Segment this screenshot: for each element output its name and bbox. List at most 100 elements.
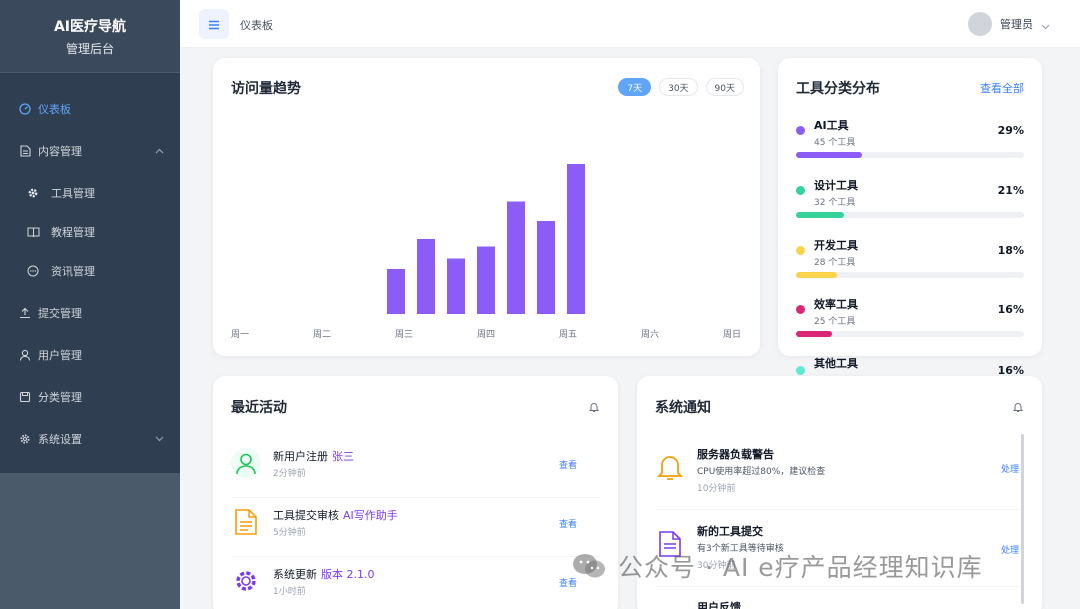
menu-toggle-button[interactable] [199,9,229,39]
category-dot [796,126,805,135]
x-tick-label: 周四 [477,329,495,340]
sidebar-item-label: 提交管理 [38,307,82,320]
chart-bar [537,221,555,314]
handle-link[interactable]: 处理 [1001,462,1019,475]
bell-icon[interactable] [588,398,600,412]
sidebar-item-label: 资讯管理 [51,265,95,278]
brand-subtitle: 管理后台 [65,41,114,56]
card-title: 系统通知 [655,400,711,416]
save-icon [18,390,32,404]
chart-bar [447,258,465,314]
sidebar-item-label: 系统设置 [38,433,82,446]
avatar [968,12,992,36]
activity-highlight[interactable]: 版本 2.1.0 [321,568,375,581]
sidebar-item-tools[interactable]: 工具管理 [0,185,180,201]
watermark: 公众号 · AI e疗产品经理知识库 [572,548,983,584]
category-percent: 16% [997,364,1024,376]
category-progress-track [796,331,1024,337]
scrollbar[interactable] [1021,434,1024,604]
user-name: 管理员 [1000,18,1033,31]
sidebar-item-categories[interactable]: 分类管理 [0,389,180,405]
sidebar-item-content[interactable]: 内容管理 [0,143,180,159]
activity-text: 系统更新 [273,568,317,581]
category-name: 开发工具 [814,239,858,252]
sidebar-item-label: 内容管理 [38,145,82,158]
sidebar-item-tutorials[interactable]: 教程管理 [0,224,180,240]
sidebar-item-dashboard[interactable]: 仪表板 [0,101,180,117]
activity-title: 新用户注册 张三 [273,448,354,464]
x-tick-label: 周二 [313,329,331,340]
wechat-logo-icon [573,554,605,578]
upload-icon [18,306,32,320]
category-name: 效率工具 [814,298,858,311]
category-progress-fill [796,272,837,278]
category-dot [796,366,805,375]
notice-title: 新的工具提交 [697,525,763,538]
sidebar-item-label: 工具管理 [51,187,95,200]
category-count: 25 个工具 [814,317,856,327]
category-percent: 16% [997,303,1024,316]
sidebar-item-label: 用户管理 [38,349,82,362]
sidebar-item-users[interactable]: 用户管理 [0,347,180,363]
sidebar: AI医疗导航 管理后台 仪表板 内容管理 工具管理 教程管理 资讯管理 提交管理… [0,0,180,609]
activity-item: 新用户注册 张三 2分钟前 查看 [231,440,601,498]
activity-item: 系统更新 版本 2.1.0 1小时前 查看 [231,558,601,609]
notice-time: 10分钟前 [697,484,736,494]
notice-item: 服务器负载警告 CPU使用率超过80%，建议检查 10分钟前 处理 [655,446,1019,510]
chart-bar [387,269,405,314]
document-icon [18,144,32,158]
handle-link[interactable]: 处理 [1001,543,1019,556]
sidebar-item-news[interactable]: 资讯管理 [0,263,180,279]
recent-activity-card: 最近活动 新用户注册 张三 2分钟前 查看 工具提交审核 AI写作助手 5分钟前 查… [213,376,618,609]
category-name: AI工具 [814,119,849,132]
bell-icon [655,452,685,482]
menu-icon [208,15,220,34]
x-tick-label: 周三 [395,329,413,340]
view-link[interactable]: 查看 [559,458,577,471]
chevron-up-icon [155,146,164,157]
topbar: 仪表板 管理员 [180,0,1080,48]
activity-time: 5分钟前 [273,528,306,538]
gear-icon [26,186,40,200]
sidebar-footer [0,473,180,609]
x-tick-label: 周一 [231,329,249,340]
user-menu[interactable]: 管理员 [968,12,1050,36]
category-percent: 21% [997,184,1024,197]
watermark-text: 公众号 · AI e疗产品经理知识库 [618,553,983,582]
activity-highlight[interactable]: AI写作助手 [343,509,398,522]
activity-text: 新用户注册 [273,450,328,463]
category-name: 设计工具 [814,179,858,192]
user-icon [18,348,32,362]
sidebar-nav: 仪表板 内容管理 工具管理 教程管理 资讯管理 提交管理 用户管理 分类管理 系… [0,73,180,473]
notice-item: 用户反馈 [655,599,1019,609]
gear-icon [231,566,261,596]
sidebar-header: AI医疗导航 管理后台 [0,0,180,73]
notice-title: 用户反馈 [697,601,741,609]
category-name: 其他工具 [814,357,858,370]
chevron-down-icon [1041,15,1050,34]
category-count: 45 个工具 [814,138,856,148]
user-icon [231,448,261,478]
sidebar-item-submissions[interactable]: 提交管理 [0,305,180,321]
category-dot [796,305,805,314]
view-link[interactable]: 查看 [559,517,577,530]
brand-title: AI医疗导航 [53,18,127,35]
category-progress-fill [796,152,862,158]
activity-time: 2分钟前 [273,469,306,479]
activity-text: 工具提交审核 [273,509,339,522]
activity-title: 系统更新 版本 2.1.0 [273,566,375,582]
chart-bar [507,201,525,314]
x-tick-label: 周日 [723,329,741,340]
visits-trend-card: 访问量趋势 7天 30天 90天 周一 周二 周三 周四 周五 周六 周日 [213,58,760,356]
sidebar-item-label: 仪表板 [38,103,71,116]
category-progress-track [796,272,1024,278]
category-dot [796,246,805,255]
view-all-link[interactable]: 查看全部 [980,80,1024,96]
x-tick-label: 周五 [559,329,577,340]
sidebar-item-settings[interactable]: 系统设置 [0,431,180,447]
category-progress-fill [796,212,844,218]
card-title: 最近活动 [231,400,287,416]
bell-icon[interactable] [1012,398,1024,412]
activity-highlight[interactable]: 张三 [332,450,354,463]
category-count: 32 个工具 [814,198,856,208]
